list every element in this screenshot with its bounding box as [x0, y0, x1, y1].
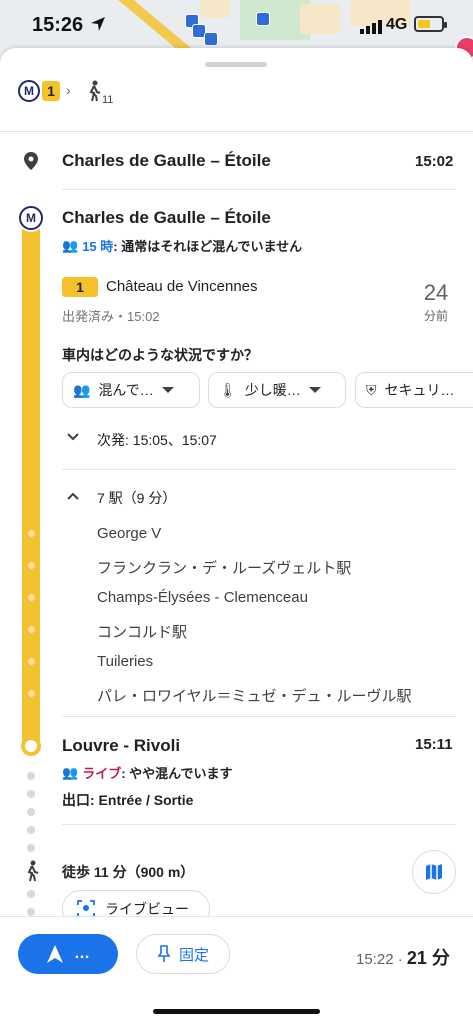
stop-item[interactable]: Champs-Élysées - Clemenceau	[97, 589, 308, 606]
temperature-chip[interactable]: 🌡 少し暖…	[208, 372, 346, 408]
walk-dot	[27, 844, 35, 852]
location-arrow-icon	[91, 17, 105, 31]
divider	[62, 469, 456, 470]
divider	[0, 131, 473, 132]
chevron-right-icon: ›	[66, 82, 71, 98]
metro-icon: M	[19, 206, 43, 230]
thermometer-icon: 🌡	[219, 381, 237, 398]
stop-item[interactable]: コンコルド駅	[97, 621, 187, 642]
divider	[62, 189, 456, 190]
metro-icon: M	[18, 80, 40, 102]
shield-icon: ⛨	[366, 381, 377, 398]
direction-name[interactable]: Château de Vincennes	[106, 278, 258, 295]
chip-label: 少し暖…	[244, 382, 301, 398]
home-indicator[interactable]	[153, 1009, 320, 1014]
navigation-arrow-icon	[47, 945, 63, 963]
pin-icon	[157, 945, 171, 962]
origin-name[interactable]: Charles de Gaulle – Étoile	[62, 151, 271, 171]
walk-dot	[27, 908, 35, 916]
pin-button[interactable]: 固定	[136, 934, 230, 974]
exit-info: 出口: Entrée / Sortie	[62, 792, 194, 808]
signal-icon	[360, 20, 382, 34]
arrival-eta: 15:22	[356, 951, 394, 968]
arrival-stop-marker	[21, 736, 41, 756]
people-icon: 👥	[73, 381, 91, 398]
stop-item[interactable]: George V	[97, 525, 161, 542]
minutes-ago-unit: 分前	[423, 309, 448, 323]
trip-duration: 21 分	[406, 948, 450, 968]
caret-down-icon	[308, 387, 321, 393]
divider	[62, 824, 456, 825]
pin-label: 固定	[178, 946, 209, 964]
battery-icon	[414, 16, 447, 32]
trip-summary: 15:22 · 21 分	[356, 944, 450, 970]
stop-dot	[28, 690, 35, 697]
walk-text: 徒歩 11 分（900 m）	[62, 864, 195, 880]
arrival-time: 15:11	[415, 736, 453, 753]
live-crowd-info: 👥 ライブ : やや混んでいます	[62, 763, 233, 782]
people-icon: 👥	[62, 237, 79, 253]
network-type: 4G	[386, 16, 408, 33]
stop-dot	[28, 658, 35, 665]
stop-item[interactable]: フランクラン・デ・ルーズヴェルト駅	[97, 557, 351, 578]
boarding-station[interactable]: Charles de Gaulle – Étoile	[62, 208, 271, 228]
map-icon	[426, 864, 442, 880]
status-time: 15:26	[32, 14, 84, 36]
walk-dot	[27, 790, 35, 798]
start-navigation-button[interactable]: …	[18, 934, 118, 974]
map-button[interactable]	[412, 850, 456, 894]
next-departures[interactable]: 次発: 15:05、15:07	[97, 430, 217, 450]
stops-summary[interactable]: 7 駅（9 分）	[97, 488, 176, 508]
line-badge: 1	[62, 277, 98, 297]
stop-dot	[28, 594, 35, 601]
caret-down-icon	[161, 387, 174, 393]
location-pin-icon	[24, 152, 38, 170]
walk-minutes: 11	[102, 94, 114, 106]
walk-dot	[27, 890, 35, 898]
walk-dot	[27, 808, 35, 816]
live-label: ライブ	[82, 766, 122, 781]
crowded-chip[interactable]: 👥 混んで…	[62, 372, 200, 408]
chevron-down-icon[interactable]	[66, 432, 80, 442]
live-text: : やや混んでいます	[121, 766, 233, 781]
chip-label: 混んで…	[98, 382, 154, 398]
people-icon: 👥	[62, 764, 79, 780]
minutes-ago: 24	[423, 280, 449, 305]
stop-item[interactable]: パレ・ロワイヤル＝ミュゼ・デュ・ルーヴル駅	[97, 685, 412, 706]
security-chip[interactable]: ⛨ セキュリ…	[355, 372, 473, 408]
drag-handle[interactable]	[205, 62, 267, 67]
separator: ·	[393, 951, 407, 968]
line-badge: 1	[42, 81, 60, 101]
stop-dot	[28, 562, 35, 569]
arrival-station[interactable]: Louvre - Rivoli	[62, 736, 180, 756]
chip-label: セキュリ…	[384, 382, 455, 398]
stop-item[interactable]: Tuileries	[97, 653, 153, 670]
metro-route-line	[22, 218, 40, 748]
stop-dot	[28, 626, 35, 633]
walk-dot	[27, 772, 35, 780]
origin-time: 15:02	[415, 153, 454, 170]
start-label: …	[74, 945, 90, 962]
chevron-up-icon[interactable]	[66, 491, 80, 501]
walk-dot	[27, 826, 35, 834]
departed-status: 出発済み・15:02	[62, 309, 160, 324]
crowd-time: 15 時	[82, 239, 114, 254]
divider	[62, 716, 456, 717]
walk-icon	[27, 860, 39, 882]
stop-dot	[28, 530, 35, 537]
walk-icon	[89, 80, 101, 102]
feedback-question: 車内はどのような状況ですか？	[62, 347, 258, 363]
crowd-info: 👥 15 時 : 通常はそれほど混んでいません	[62, 236, 302, 255]
crowd-text: : 通常はそれほど混んでいません	[113, 239, 303, 254]
